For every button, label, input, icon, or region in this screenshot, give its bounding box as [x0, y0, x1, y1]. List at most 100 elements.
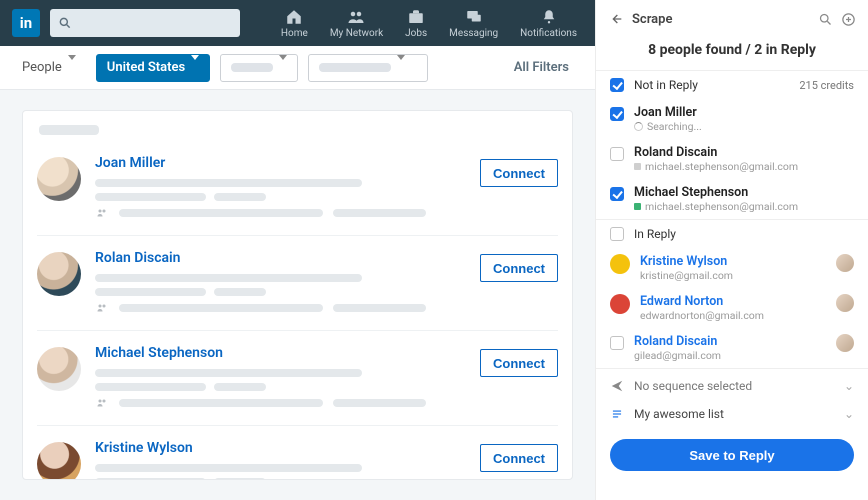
not-in-reply-header: Not in Reply 215 credits — [596, 71, 868, 99]
result-line — [214, 478, 266, 480]
result-line — [119, 209, 323, 217]
status-dot — [634, 203, 641, 210]
result-line — [214, 288, 266, 296]
result-name[interactable]: Kristine Wylson — [95, 440, 193, 456]
linkedin-logo[interactable]: in — [12, 9, 40, 37]
results-card: Joan MillerConnectRolan DiscainConnectMi… — [22, 110, 573, 480]
filter-placeholder — [231, 63, 273, 72]
result-row: Kristine Wylson Connect — [37, 432, 558, 480]
nav-messaging[interactable]: Messaging — [449, 8, 498, 39]
filter-people[interactable]: People — [12, 54, 86, 82]
nav-label: Home — [281, 28, 308, 39]
person-item: Michael Stephensonmichael.stephenson@gma… — [596, 179, 868, 219]
result-line — [95, 478, 206, 480]
chevron-down-icon — [191, 55, 199, 75]
owner-avatar[interactable] — [836, 334, 854, 352]
filter-label: People — [22, 60, 62, 75]
owner-avatar[interactable] — [836, 294, 854, 312]
in-reply-checkbox[interactable] — [610, 227, 624, 241]
chevron-down-icon: ⌄ — [844, 379, 854, 393]
list-select[interactable]: My awesome list ⌄ — [596, 403, 868, 431]
nav-home[interactable]: Home — [281, 8, 308, 39]
result-line — [95, 383, 206, 391]
chevron-down-icon — [68, 55, 76, 75]
avatar[interactable] — [37, 442, 81, 480]
not-in-reply-checkbox[interactable] — [610, 78, 624, 92]
in-reply-section: In Reply Kristine Wylsonkristine@gmail.c… — [596, 219, 868, 368]
home-icon — [285, 8, 303, 26]
send-icon — [610, 379, 624, 393]
connect-button[interactable]: Connect — [480, 444, 558, 472]
nav-notifications[interactable]: Notifications — [520, 8, 577, 39]
briefcase-icon — [407, 8, 425, 26]
status-circle — [610, 254, 630, 274]
result-row: Michael Stephenson Connect — [37, 337, 558, 426]
messaging-icon — [465, 8, 483, 26]
arrow-left-icon — [608, 11, 624, 27]
person-subtext: michael.stephenson@gmail.com — [634, 160, 854, 173]
nav-label: Jobs — [405, 28, 427, 39]
result-name[interactable]: Rolan Discain — [95, 250, 181, 266]
chevron-down-icon — [397, 55, 405, 75]
bell-icon — [540, 8, 558, 26]
search-input[interactable] — [50, 9, 240, 37]
filter-option-2[interactable] — [220, 54, 298, 82]
person-name: Michael Stephenson — [634, 185, 854, 200]
person-item: Edward Nortonedwardnorton@gmail.com — [596, 288, 868, 328]
panel-search-icon[interactable] — [818, 12, 833, 27]
list-label: My awesome list — [634, 407, 724, 421]
result-name[interactable]: Joan Miller — [95, 155, 165, 171]
nav-icons: Home My Network Jobs Messaging Notificat… — [281, 8, 583, 39]
result-line — [95, 369, 362, 377]
search-icon — [58, 16, 72, 30]
nav-jobs[interactable]: Jobs — [405, 8, 427, 39]
save-to-reply-button[interactable]: Save to Reply — [610, 439, 854, 471]
result-line — [333, 209, 426, 217]
connect-button[interactable]: Connect — [480, 349, 558, 377]
panel-summary: 8 people found / 2 in Reply — [596, 38, 868, 70]
filter-bar: People United States All Filters — [0, 46, 595, 90]
not-in-reply-label: Not in Reply — [634, 78, 698, 92]
in-reply-header: In Reply — [596, 220, 868, 248]
panel-header: Scrape — [596, 0, 868, 38]
result-line — [333, 399, 426, 407]
result-name[interactable]: Michael Stephenson — [95, 345, 223, 361]
chevron-down-icon — [279, 55, 287, 75]
all-filters-button[interactable]: All Filters — [514, 60, 583, 75]
filter-label: United States — [107, 60, 185, 75]
filter-country[interactable]: United States — [96, 54, 210, 82]
avatar[interactable] — [37, 252, 81, 296]
person-item: Roland Discaingilead@gmail.com — [596, 328, 868, 368]
person-name: Roland Discain — [634, 145, 854, 160]
avatar[interactable] — [37, 347, 81, 391]
connect-button[interactable]: Connect — [480, 159, 558, 187]
back-button[interactable] — [608, 11, 624, 27]
connect-button[interactable]: Connect — [480, 254, 558, 282]
sequence-select[interactable]: No sequence selected ⌄ — [596, 368, 868, 403]
result-line — [333, 304, 426, 312]
person-checkbox[interactable] — [610, 336, 624, 350]
extension-panel: Scrape 8 people found / 2 in Reply Not i… — [595, 0, 868, 500]
person-checkbox[interactable] — [610, 187, 624, 201]
nav-network[interactable]: My Network — [330, 8, 383, 39]
person-name-link[interactable]: Kristine Wylson — [640, 254, 826, 269]
panel-add-icon[interactable] — [841, 12, 856, 27]
linkedin-pane: in Home My Network Jobs Messaging — [0, 0, 595, 500]
result-line — [95, 179, 362, 187]
result-line — [95, 288, 206, 296]
person-checkbox[interactable] — [610, 107, 624, 121]
connections-icon — [95, 302, 109, 314]
list-icon — [610, 407, 624, 421]
chevron-down-icon: ⌄ — [844, 407, 854, 421]
owner-avatar[interactable] — [836, 254, 854, 272]
person-subtext: michael.stephenson@gmail.com — [634, 200, 854, 213]
person-name-link[interactable]: Edward Norton — [640, 294, 826, 309]
person-item: Kristine Wylsonkristine@gmail.com — [596, 248, 868, 288]
avatar[interactable] — [37, 157, 81, 201]
person-checkbox[interactable] — [610, 147, 624, 161]
result-line — [119, 304, 323, 312]
result-line — [95, 464, 362, 472]
result-body: Rolan Discain — [95, 250, 466, 314]
filter-option-3[interactable] — [308, 54, 428, 82]
person-name-link[interactable]: Roland Discain — [634, 334, 826, 349]
